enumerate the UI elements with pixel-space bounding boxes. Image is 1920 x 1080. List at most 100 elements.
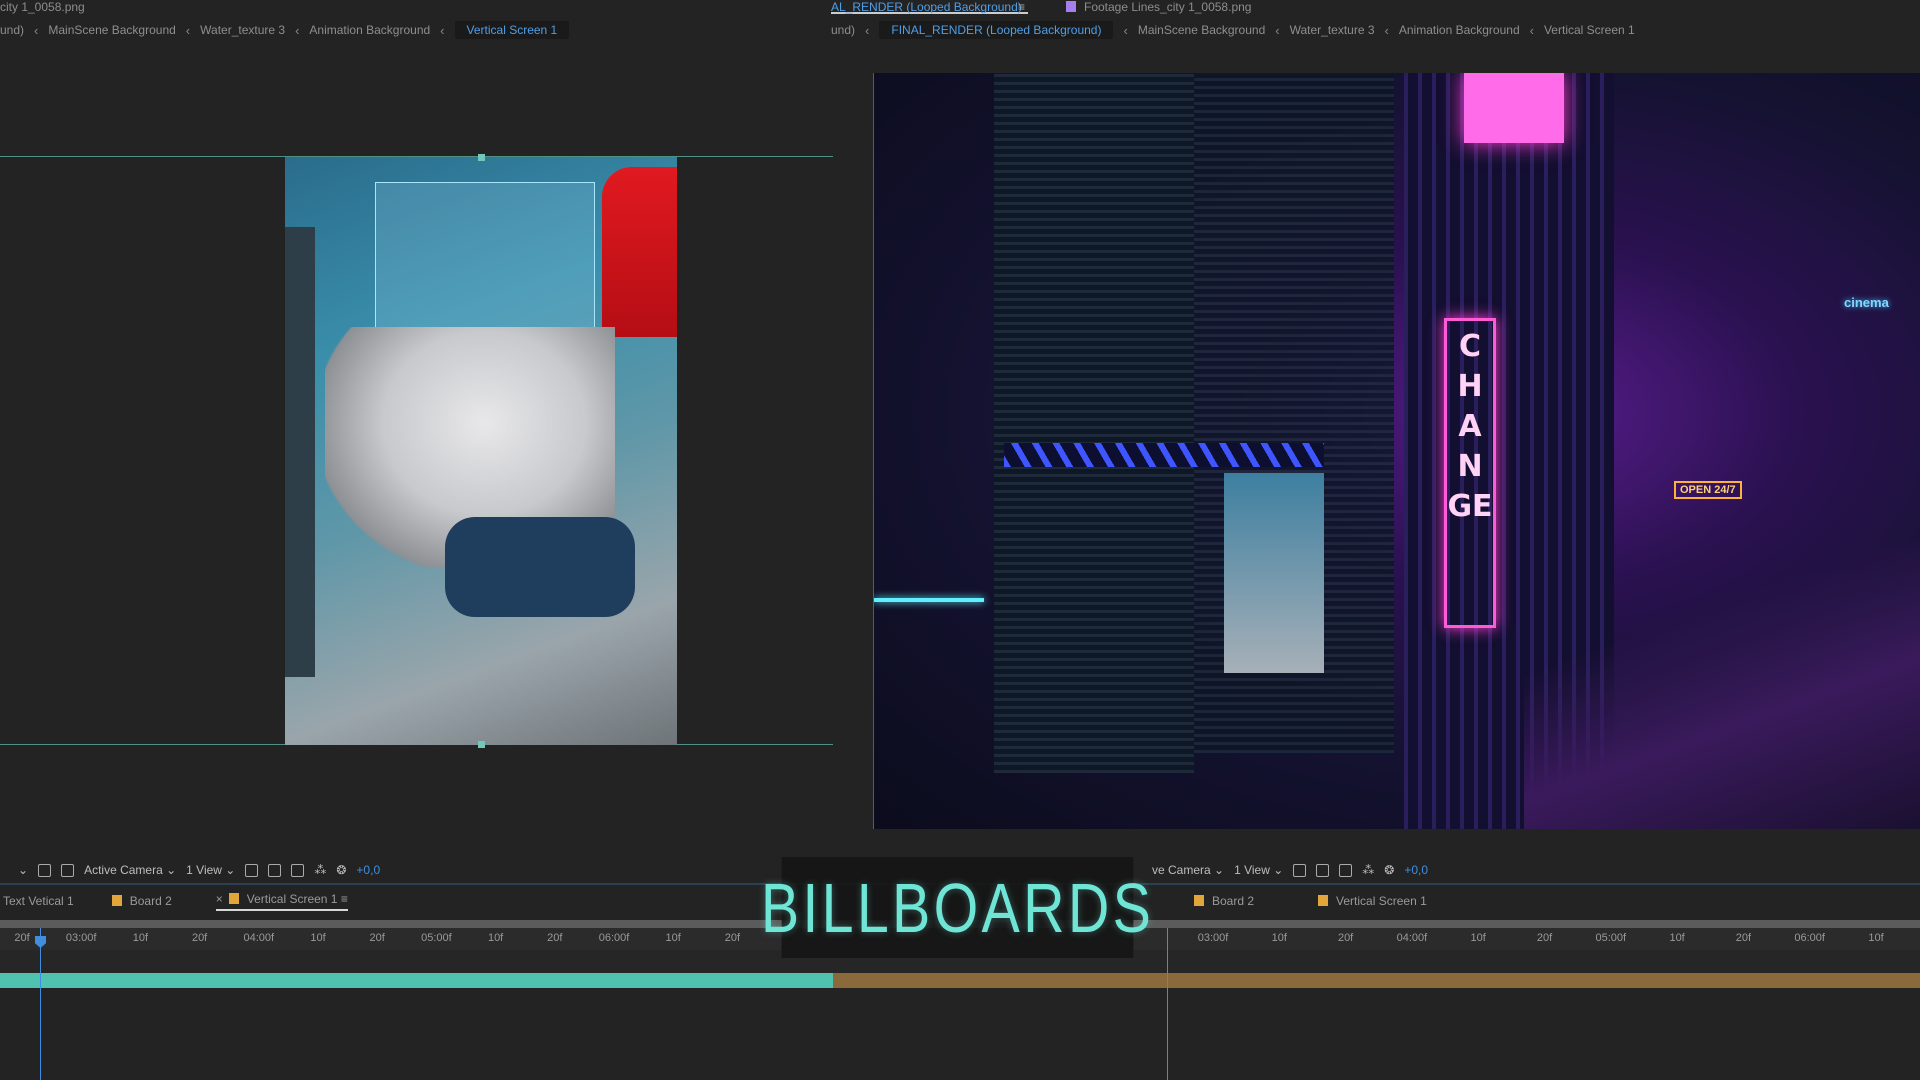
crumb[interactable]: und) bbox=[831, 23, 855, 37]
chevron-down-icon[interactable]: ⌄ bbox=[18, 863, 28, 877]
ruler-tick: 03:00f bbox=[1197, 932, 1229, 944]
left-footage-title: city 1_0058.png bbox=[0, 0, 85, 14]
neon-sign-open: OPEN 24/7 bbox=[1674, 481, 1742, 499]
view-layout-select[interactable]: 1 View ⌄ bbox=[186, 863, 235, 877]
tab-board-2[interactable]: Board 2 bbox=[1194, 894, 1254, 908]
label-swatch bbox=[111, 895, 122, 906]
chevron-left-icon: ‹ bbox=[1275, 22, 1280, 38]
ruler-tick: 20f bbox=[1536, 932, 1553, 944]
tab-footage[interactable]: Footage Lines_city 1_0058.png bbox=[1066, 0, 1251, 14]
right-breadcrumb: und) ‹ FINAL_RENDER (Looped Background) ‹ … bbox=[831, 20, 1635, 40]
chevron-left-icon: ‹ bbox=[1529, 22, 1534, 38]
camera-select[interactable]: Active Camera ⌄ bbox=[84, 863, 176, 877]
view-layout-select[interactable]: 1 View ⌄ bbox=[1234, 863, 1283, 877]
ruler-tick: 20f bbox=[191, 932, 208, 944]
label-swatch bbox=[228, 892, 239, 904]
flowchart-icon[interactable]: ⁂ bbox=[1362, 863, 1374, 877]
exposure-value[interactable]: +0,0 bbox=[356, 863, 380, 877]
panel-menu-icon[interactable]: ≡ bbox=[1018, 0, 1025, 14]
neon-panel bbox=[1464, 73, 1564, 143]
left-viewer-frame[interactable] bbox=[285, 157, 677, 745]
right-timeline-tabs: Board 2 Vertical Screen 1 bbox=[1194, 890, 1427, 912]
ruler-tick: 05:00f bbox=[1595, 932, 1627, 944]
billboards-title-overlay: BILLBOARDS bbox=[761, 857, 1151, 958]
crumb[interactable]: Water_texture 3 bbox=[1290, 23, 1375, 37]
neon-strip bbox=[874, 598, 984, 602]
building bbox=[994, 73, 1194, 773]
ruler-tick: 03:00f bbox=[65, 932, 97, 944]
crumb[interactable]: Animation Background bbox=[1399, 23, 1520, 37]
tab-vertical-screen-1[interactable]: × Vertical Screen 1 ≡ bbox=[215, 892, 348, 911]
crumb[interactable]: und) bbox=[0, 23, 24, 37]
ruler-tick: 04:00f bbox=[243, 932, 275, 944]
chevron-left-icon: ‹ bbox=[185, 22, 191, 38]
ruler-tick: 04:00f bbox=[1396, 932, 1428, 944]
ruler-tick: 20f bbox=[547, 932, 563, 944]
person-figure bbox=[285, 227, 315, 677]
blue-truss bbox=[1004, 443, 1324, 467]
timeline-icon[interactable] bbox=[291, 863, 305, 877]
ruler-tick: 10f bbox=[665, 932, 681, 944]
ruler-tick: 06:00f bbox=[1794, 932, 1825, 944]
crumb-active[interactable]: FINAL_RENDER (Looped Background) bbox=[879, 21, 1114, 39]
car-grille bbox=[445, 517, 635, 617]
panel-menu-icon[interactable]: ≡ bbox=[341, 892, 348, 906]
region-icon[interactable] bbox=[38, 863, 52, 877]
street bbox=[1524, 543, 1920, 829]
chevron-left-icon: ‹ bbox=[1384, 22, 1389, 38]
crumb[interactable]: Animation Background bbox=[309, 23, 430, 37]
red-seat bbox=[602, 167, 677, 337]
toggle-pixel-aspect-icon[interactable] bbox=[245, 863, 259, 877]
tab-board-2[interactable]: Board 2 bbox=[111, 894, 172, 908]
right-viewer-frame[interactable]: CHANGE OPEN 24/7 cinema bbox=[873, 73, 1920, 829]
left-breadcrumb: und) ‹ MainScene Background ‹ Water_textur… bbox=[0, 20, 570, 40]
tab-text-vetical-1[interactable]: Text Vetical 1 bbox=[3, 894, 74, 908]
fast-previews-icon[interactable] bbox=[268, 863, 282, 877]
ruler-tick: 10f bbox=[1868, 932, 1884, 944]
chevron-left-icon: ‹ bbox=[295, 22, 300, 38]
left-viewer-toolbar: ⌄ Active Camera ⌄ 1 View ⌄ ⁂ ❂ +0,0 bbox=[18, 857, 380, 883]
layer-bar-work[interactable] bbox=[0, 973, 833, 988]
label-swatch bbox=[1194, 895, 1204, 906]
footage-swatch bbox=[1066, 1, 1076, 12]
chevron-left-icon: ‹ bbox=[440, 22, 445, 38]
timeline-icon[interactable] bbox=[1339, 863, 1353, 877]
crumb-active[interactable]: Vertical Screen 1 bbox=[454, 21, 570, 39]
ruler-tick: 05:00f bbox=[421, 932, 452, 944]
transparency-grid-icon[interactable] bbox=[61, 863, 75, 877]
exposure-value[interactable]: +0,0 bbox=[1404, 863, 1428, 877]
crumb[interactable]: MainScene Background bbox=[48, 23, 175, 37]
crumb[interactable]: MainScene Background bbox=[1138, 23, 1265, 37]
billboard-car-screen bbox=[1224, 473, 1324, 673]
crumb[interactable]: Water_texture 3 bbox=[200, 23, 285, 37]
ruler-tick: 20f bbox=[724, 932, 741, 944]
ruler-tick: 10f bbox=[132, 932, 149, 944]
flowchart-icon[interactable]: ⁂ bbox=[314, 863, 326, 877]
ruler-tick: 10f bbox=[1271, 932, 1287, 944]
ruler-tick: 10f bbox=[310, 932, 326, 944]
neon-sign-cinema: cinema bbox=[1844, 295, 1889, 310]
tab-comp-final-render[interactable]: AL_RENDER (Looped Background) bbox=[831, 0, 1028, 14]
ruler-tick: 20f bbox=[1735, 932, 1752, 944]
ruler-tick: 20f bbox=[1337, 932, 1354, 944]
reset-exposure-icon[interactable]: ❂ bbox=[1384, 863, 1394, 877]
tab-vertical-screen-1[interactable]: Vertical Screen 1 bbox=[1318, 894, 1427, 908]
crumb[interactable]: Vertical Screen 1 bbox=[1544, 23, 1635, 37]
fast-previews-icon[interactable] bbox=[1316, 863, 1330, 877]
playhead-line bbox=[40, 928, 41, 1080]
ruler-tick: 20f bbox=[369, 932, 385, 944]
anchor-handle[interactable] bbox=[478, 154, 485, 161]
ruler-tick: 10f bbox=[1470, 932, 1486, 944]
chevron-left-icon: ‹ bbox=[1123, 22, 1128, 38]
layer-bar[interactable] bbox=[833, 973, 1920, 988]
chevron-left-icon: ‹ bbox=[865, 22, 870, 38]
neon-sign-change: CHANGE bbox=[1444, 318, 1496, 628]
toggle-pixel-aspect-icon[interactable] bbox=[1293, 863, 1307, 877]
playhead-line-right bbox=[1167, 928, 1168, 1080]
camera-select[interactable]: ve Camera ⌄ bbox=[1152, 863, 1224, 877]
reset-exposure-icon[interactable]: ❂ bbox=[336, 863, 346, 877]
close-icon[interactable]: × bbox=[216, 892, 223, 906]
anchor-handle[interactable] bbox=[478, 741, 485, 748]
ruler-tick: 10f bbox=[487, 932, 504, 944]
right-viewer-toolbar: ve Camera ⌄ 1 View ⌄ ⁂ ❂ +0,0 bbox=[1152, 857, 1428, 883]
